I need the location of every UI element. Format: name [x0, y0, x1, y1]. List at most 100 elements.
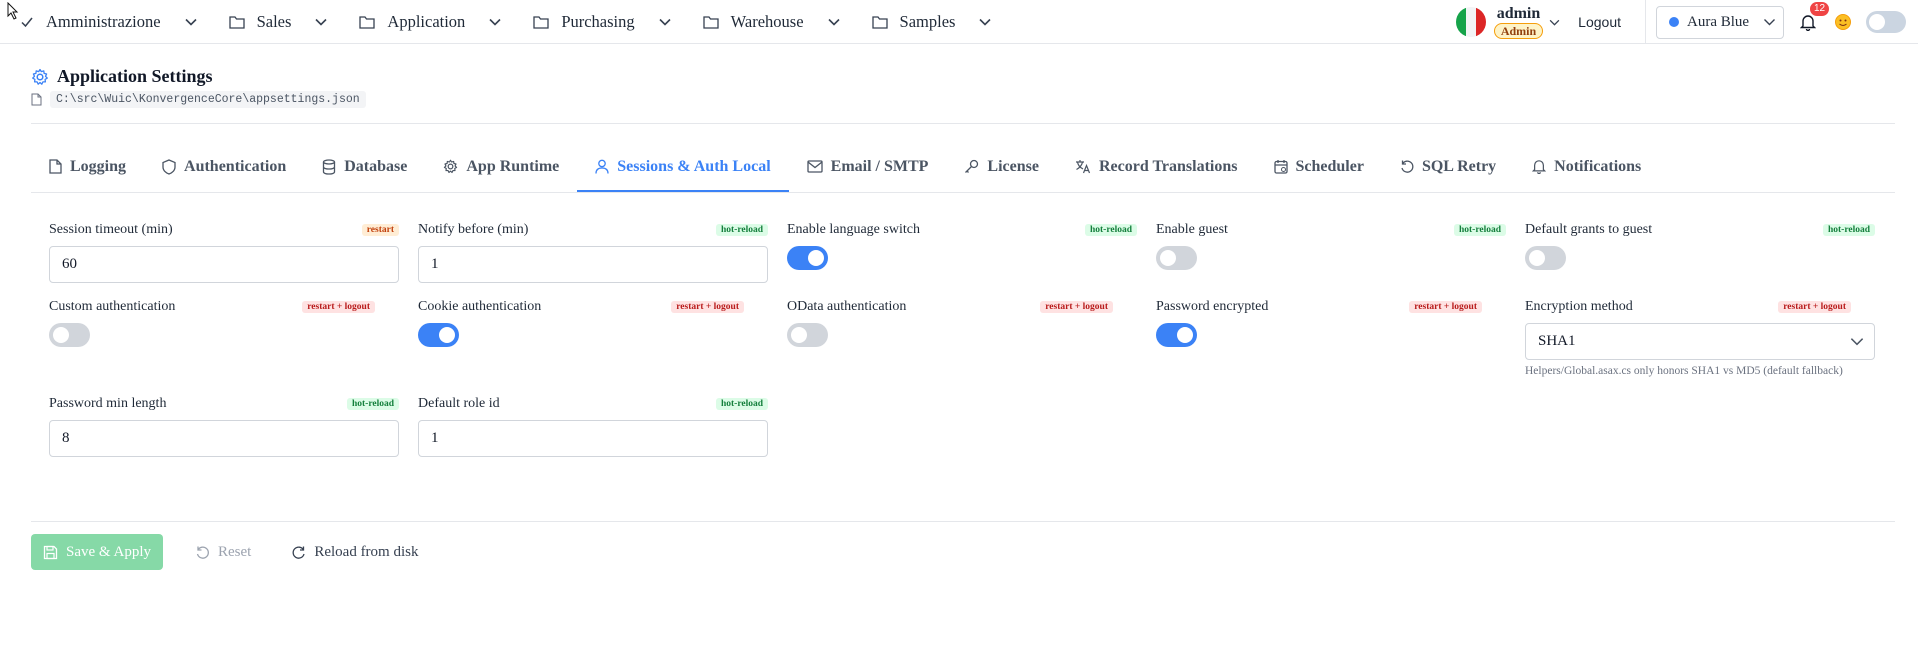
tab-notifications[interactable]: Notifications — [1514, 143, 1659, 192]
chevron-down-icon — [489, 18, 501, 26]
custom-authentication-toggle[interactable] — [49, 323, 90, 347]
tab-label: Record Translations — [1098, 157, 1238, 175]
settings-file-path: C:\src\Wuic\KonvergenceCore\appsettings.… — [50, 91, 366, 108]
nav-item-label: Samples — [899, 12, 956, 31]
field-encryption-method: Encryption method restart + logout SHA1 … — [1525, 297, 1875, 377]
refresh-icon — [291, 545, 306, 560]
hot-reload-tag: hot-reload — [715, 224, 768, 236]
reset-button[interactable]: Reset — [183, 534, 263, 570]
folder-icon — [359, 15, 376, 29]
chevron-down-icon — [1763, 18, 1776, 26]
chevron-down-icon — [315, 18, 327, 26]
tab-label: Notifications — [1554, 157, 1642, 175]
undo-icon — [195, 545, 210, 560]
odata-authentication-toggle[interactable] — [787, 323, 828, 347]
chevron-down-icon — [1850, 337, 1864, 346]
nav-item-sales[interactable]: Sales — [228, 12, 328, 32]
user-info[interactable]: admin Admin — [1493, 5, 1544, 39]
tab-record-translations[interactable]: Record Translations — [1057, 143, 1256, 192]
restart-logout-tag: restart + logout — [671, 301, 744, 313]
enable-guest-toggle[interactable] — [1156, 246, 1197, 270]
encryption-method-hint: Helpers/Global.asax.cs only honors SHA1 … — [1525, 365, 1843, 377]
user-role-badge: Admin — [1493, 23, 1544, 39]
main-nav: Amministrazione Sales Application Purcha… — [20, 0, 1023, 44]
check-icon — [20, 15, 34, 29]
tab-database[interactable]: Database — [304, 143, 425, 192]
tab-label: SQL Retry — [1421, 157, 1497, 175]
save-apply-button[interactable]: Save & Apply — [31, 534, 163, 570]
divider — [31, 521, 1895, 522]
italy-flag-icon[interactable] — [1455, 7, 1486, 37]
reload-from-disk-button[interactable]: Reload from disk — [279, 534, 430, 570]
nav-item-amministrazione[interactable]: Amministrazione — [20, 12, 197, 32]
emoji-face-icon[interactable] — [1834, 13, 1852, 31]
field-label: OData authentication — [787, 299, 907, 314]
nav-item-purchasing[interactable]: Purchasing — [533, 12, 671, 32]
default-grants-guest-toggle[interactable] — [1525, 246, 1566, 270]
user-icon — [595, 159, 609, 174]
retry-icon — [1400, 159, 1414, 174]
tab-sessions-auth-local[interactable]: Sessions & Auth Local — [577, 143, 789, 192]
notify-before-input[interactable]: 1 — [418, 246, 768, 283]
divider — [31, 123, 1895, 124]
folder-icon — [228, 15, 245, 29]
field-label: Custom authentication — [49, 299, 176, 314]
mouse-cursor-icon — [7, 1, 19, 25]
password-encrypted-toggle[interactable] — [1156, 323, 1197, 347]
chevron-down-icon — [184, 18, 197, 26]
hot-reload-tag: hot-reload — [1822, 224, 1875, 236]
notifications-button[interactable]: 12 — [1800, 1, 1830, 31]
restart-logout-tag: restart + logout — [1040, 301, 1113, 313]
password-min-length-input[interactable]: 8 — [49, 420, 399, 457]
field-password-encrypted: Password encrypted restart + logout — [1156, 297, 1506, 347]
tab-authentication[interactable]: Authentication — [144, 143, 304, 192]
logout-link[interactable]: Logout — [1578, 14, 1621, 30]
bell-icon — [1800, 14, 1816, 31]
calendar-icon — [1273, 159, 1288, 174]
tab-license[interactable]: License — [946, 143, 1057, 192]
theme-select[interactable]: Aura Blue — [1656, 5, 1784, 39]
nav-item-samples[interactable]: Samples — [871, 12, 992, 32]
nav-item-label: Purchasing — [561, 12, 635, 31]
field-label: Password min length — [49, 396, 167, 411]
field-default-role-id: Default role id hot-reload 1 — [418, 394, 768, 457]
cookie-authentication-toggle[interactable] — [418, 323, 459, 347]
dark-mode-toggle[interactable] — [1866, 11, 1906, 33]
tab-logging[interactable]: Logging — [31, 143, 144, 192]
nav-item-warehouse[interactable]: Warehouse — [702, 12, 840, 32]
tab-sql-retry[interactable]: SQL Retry — [1382, 143, 1514, 192]
top-navbar: Amministrazione Sales Application Purcha… — [0, 0, 1918, 44]
tab-app-runtime[interactable]: App Runtime — [425, 143, 577, 192]
default-role-id-input[interactable]: 1 — [418, 420, 768, 457]
notification-count-badge: 12 — [1810, 1, 1830, 16]
button-label: Reload from disk — [314, 543, 419, 560]
nav-item-label: Sales — [256, 12, 292, 31]
nav-item-label: Application — [387, 12, 466, 31]
theme-area: Aura Blue 12 — [1645, 0, 1918, 44]
tab-label: App Runtime — [466, 157, 560, 175]
tab-label: Email / SMTP — [830, 157, 929, 175]
field-label: Cookie authentication — [418, 299, 542, 314]
file-icon — [49, 159, 62, 174]
chevron-down-icon[interactable] — [1549, 19, 1560, 26]
button-label: Reset — [218, 543, 252, 560]
field-odata-authentication: OData authentication restart + logout — [787, 297, 1137, 347]
folder-icon — [871, 15, 888, 29]
encryption-method-select[interactable]: SHA1 — [1525, 323, 1875, 360]
shield-icon — [162, 158, 176, 175]
tab-scheduler[interactable]: Scheduler — [1256, 143, 1382, 192]
user-area: admin Admin Logout Aura Blue 12 — [1455, 0, 1918, 44]
session-timeout-input[interactable]: 60 — [49, 246, 399, 283]
nav-item-label: Amministrazione — [46, 12, 161, 31]
tab-email-smtp[interactable]: Email / SMTP — [789, 143, 947, 192]
field-label: Default role id — [418, 396, 500, 411]
field-label: Enable guest — [1156, 222, 1228, 237]
tab-label: License — [987, 157, 1039, 175]
enable-language-switch-toggle[interactable] — [787, 246, 828, 270]
tab-label: Authentication — [184, 157, 287, 175]
field-cookie-authentication: Cookie authentication restart + logout — [418, 297, 768, 347]
field-password-min-length: Password min length hot-reload 8 — [49, 394, 399, 457]
hot-reload-tag: hot-reload — [346, 398, 399, 410]
page-title: Application Settings — [57, 66, 213, 86]
nav-item-application[interactable]: Application — [359, 12, 501, 32]
